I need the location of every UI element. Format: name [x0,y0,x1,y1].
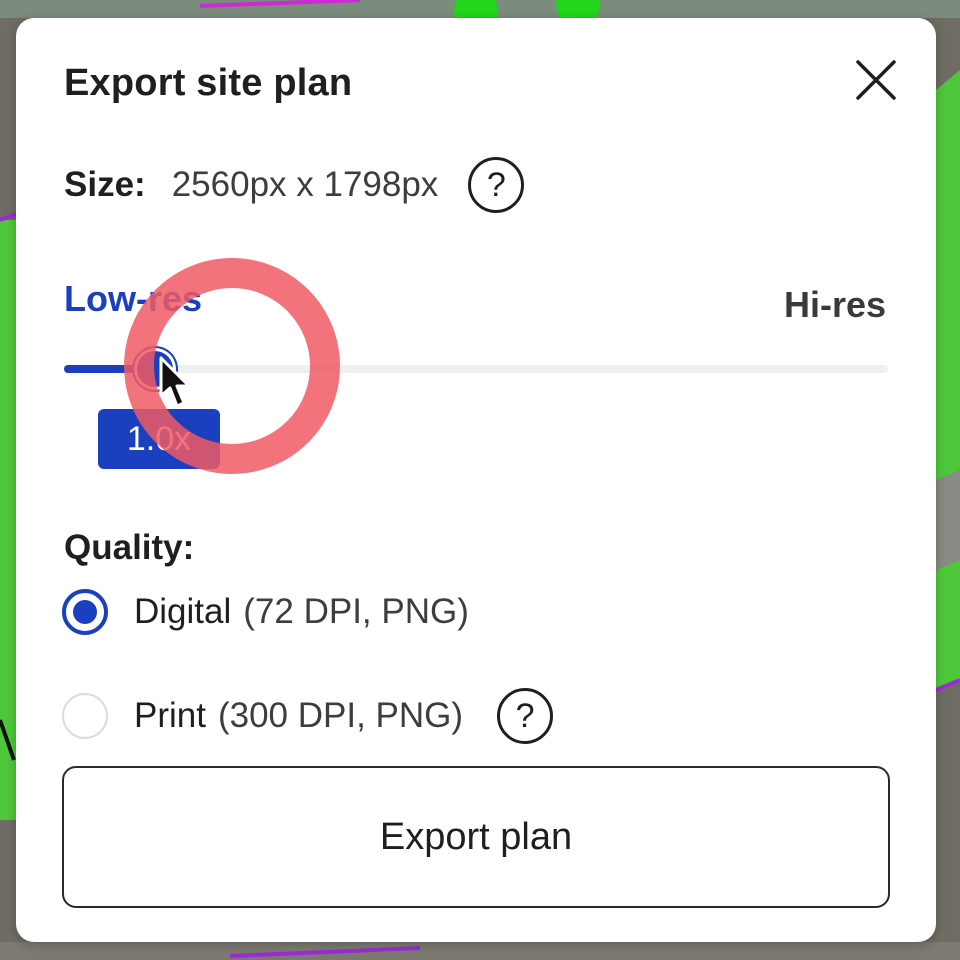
size-value: 2560px x 1798px [171,165,439,204]
low-res-label[interactable]: Low-res [64,278,202,320]
quality-option-detail: (300 DPI, PNG) [217,696,464,735]
resolution-slider[interactable] [64,348,888,392]
quality-option-name: Print [134,696,206,735]
quality-option-print[interactable]: Print (300 DPI, PNG) ? [62,688,554,744]
hi-res-label[interactable]: Hi-res [784,284,886,326]
slider-thumb[interactable] [137,351,173,387]
quality-option-digital[interactable]: Digital (72 DPI, PNG) [62,586,469,638]
quality-option-name: Digital [134,592,232,631]
close-icon [856,60,896,100]
export-dialog: Export site plan Size: 2560px x 1798px ?… [16,18,936,942]
help-icon[interactable]: ? [468,157,525,213]
quality-option-detail: (72 DPI, PNG) [243,592,469,631]
quality-label: Quality: [64,528,195,567]
help-icon[interactable]: ? [497,688,554,744]
radio-print[interactable] [62,693,108,739]
dialog-title: Export site plan [64,62,353,104]
slider-value-tooltip: 1.0x [98,409,220,469]
size-label: Size: [64,165,146,204]
export-plan-button[interactable]: Export plan [62,766,890,908]
size-row: Size: 2560px x 1798px ? [64,157,525,213]
slider-track[interactable] [64,365,888,373]
radio-digital[interactable] [62,589,108,635]
close-button[interactable] [850,54,902,106]
